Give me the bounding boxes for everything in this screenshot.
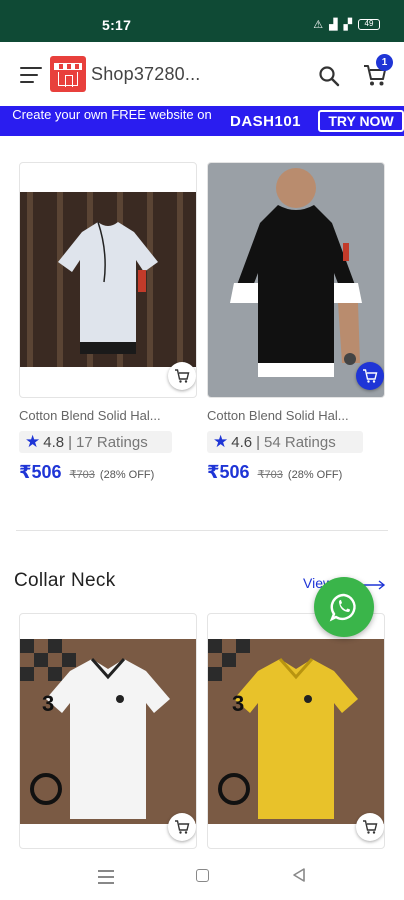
product-name[interactable]: Cotton Blend Solid Hal... <box>207 408 349 423</box>
menu-icon[interactable] <box>20 67 42 83</box>
product-price: ₹506 ₹703 (28% OFF) <box>207 462 342 483</box>
wifi-icon: ▞ <box>343 19 352 31</box>
add-to-cart-icon <box>175 369 190 383</box>
promo-banner: Create your own FREE website on DASH101 … <box>0 106 404 136</box>
whatsapp-button[interactable] <box>314 577 374 637</box>
signal-icon: ▟ <box>329 19 338 31</box>
section-divider <box>16 530 388 531</box>
status-icons: ⚠ ▟ ▞ 49 <box>313 18 380 31</box>
back-button[interactable] <box>291 867 307 883</box>
product-card[interactable]: 3 <box>207 613 385 849</box>
system-nav-bar <box>0 852 404 900</box>
price-original: ₹703 <box>257 469 283 481</box>
add-to-cart-icon <box>363 820 378 834</box>
price-current: ₹506 <box>19 462 62 482</box>
add-to-cart-button[interactable] <box>168 813 196 841</box>
product-rating: ★ 4.6 | 54 Ratings <box>207 431 363 453</box>
price-original: ₹703 <box>69 469 95 481</box>
price-current: ₹506 <box>207 462 250 482</box>
rating-count: 17 Ratings <box>76 433 148 451</box>
product-name[interactable]: Cotton Blend Solid Hal... <box>19 408 161 423</box>
product-image[interactable] <box>20 192 196 367</box>
status-time: 5:17 <box>102 17 132 33</box>
notification-icon: ⚠ <box>313 19 324 31</box>
product-card[interactable] <box>207 162 385 398</box>
home-button[interactable] <box>196 869 209 882</box>
promo-code: DASH101 <box>230 113 302 130</box>
star-icon: ★ <box>25 432 41 451</box>
battery-icon: 49 <box>358 19 380 30</box>
star-icon: ★ <box>213 432 229 451</box>
svg-text:3: 3 <box>42 691 54 716</box>
whatsapp-icon <box>329 593 356 622</box>
promo-text: Create your own FREE website on <box>12 107 212 122</box>
add-to-cart-button[interactable] <box>356 362 384 390</box>
cart-count-badge: 1 <box>376 54 393 71</box>
price-discount: (28% OFF) <box>99 469 155 481</box>
recent-apps-button[interactable] <box>98 870 114 888</box>
svg-text:3: 3 <box>232 691 244 716</box>
product-image[interactable]: 3 <box>20 639 196 824</box>
add-to-cart-button[interactable] <box>356 813 384 841</box>
shop-logo[interactable] <box>50 56 86 92</box>
product-card[interactable]: 3 <box>19 613 197 849</box>
try-now-button[interactable]: TRY NOW <box>318 110 404 132</box>
rating-value: 4.6 <box>231 433 253 451</box>
add-to-cart-icon <box>363 369 378 383</box>
app-header: Shop37280... 1 <box>0 42 404 106</box>
rating-count: 54 Ratings <box>264 433 336 451</box>
product-price: ₹506 ₹703 (28% OFF) <box>19 462 154 483</box>
section-title: Collar Neck <box>14 570 116 591</box>
product-card[interactable] <box>19 162 197 398</box>
price-discount: (28% OFF) <box>287 469 343 481</box>
product-rating: ★ 4.8 | 17 Ratings <box>19 431 172 453</box>
status-bar: 5:17 ⚠ ▟ ▞ 49 <box>0 0 404 42</box>
add-to-cart-icon <box>175 820 190 834</box>
add-to-cart-button[interactable] <box>168 362 196 390</box>
product-image[interactable] <box>208 163 384 397</box>
search-icon[interactable] <box>317 64 341 88</box>
rating-value: 4.8 <box>43 433 65 451</box>
shop-name[interactable]: Shop37280... <box>91 64 201 85</box>
product-image[interactable]: 3 <box>208 639 384 824</box>
